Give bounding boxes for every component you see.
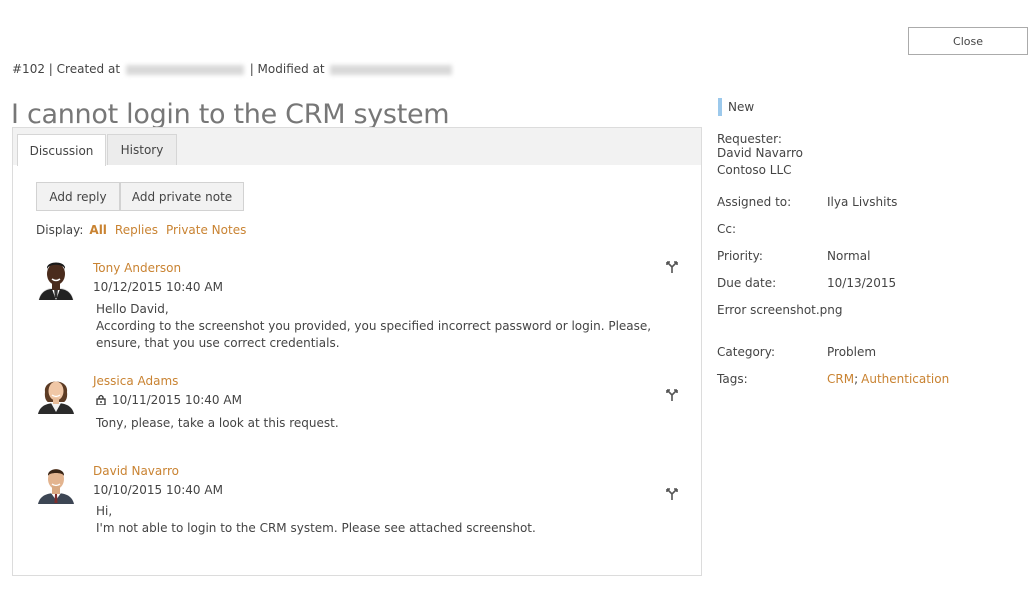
- split-icon[interactable]: [665, 487, 679, 501]
- message-date: 10/10/2015 10:40 AM: [93, 483, 223, 497]
- message-date-row: 10/11/2015 10:40 AM: [93, 393, 242, 407]
- filter-private-notes[interactable]: Private Notes: [166, 223, 246, 237]
- message-body: Hello David, According to the screenshot…: [96, 301, 676, 352]
- priority-label: Priority:: [717, 249, 763, 263]
- requester-name[interactable]: David Navarro: [717, 146, 803, 160]
- ticket-id: #102: [12, 62, 45, 76]
- add-private-note-button[interactable]: Add private note: [120, 182, 244, 211]
- category-value: Problem: [827, 345, 877, 359]
- tags-label: Tags:: [717, 372, 748, 386]
- tag-authentication[interactable]: Authentication: [861, 372, 949, 386]
- split-icon[interactable]: [665, 260, 679, 274]
- attachment-link[interactable]: Error screenshot.png: [717, 303, 843, 317]
- priority-value: Normal: [827, 249, 871, 263]
- avatar: [35, 372, 77, 414]
- message-line: Tony, please, take a look at this reques…: [96, 416, 339, 430]
- display-filter: Display: All Replies Private Notes: [36, 223, 246, 237]
- lock-icon: [96, 394, 106, 406]
- message-line: According to the screenshot you provided…: [96, 319, 652, 350]
- requester-label: Requester:: [717, 132, 782, 146]
- message-line: Hi,: [96, 504, 113, 518]
- tag-crm[interactable]: CRM: [827, 372, 854, 386]
- tags-list: CRM; Authentication: [827, 372, 949, 386]
- message-author[interactable]: Tony Anderson: [93, 261, 181, 275]
- add-reply-button[interactable]: Add reply: [36, 182, 120, 211]
- modified-label: | Modified at: [249, 62, 325, 76]
- category-label: Category:: [717, 345, 775, 359]
- due-date-label: Due date:: [717, 276, 777, 290]
- message-body: Tony, please, take a look at this reques…: [96, 415, 676, 432]
- message-author[interactable]: Jessica Adams: [93, 374, 178, 388]
- page-title: I cannot login to the CRM system: [11, 99, 450, 131]
- status-label: New: [728, 100, 755, 114]
- tab-discussion[interactable]: Discussion: [17, 134, 106, 166]
- assigned-label: Assigned to:: [717, 195, 792, 209]
- ticket-meta: #102 | Created at | Modified at: [12, 62, 454, 76]
- assigned-value: Ilya Livshits: [827, 195, 898, 209]
- created-label: | Created at: [48, 62, 121, 76]
- split-icon[interactable]: [665, 388, 679, 402]
- message-date: 10/12/2015 10:40 AM: [93, 280, 223, 294]
- modified-date-redacted: [330, 64, 453, 75]
- avatar: [35, 258, 77, 300]
- requester-company: Contoso LLC: [717, 163, 792, 177]
- message-body: Hi, I'm not able to login to the CRM sys…: [96, 503, 676, 537]
- filter-replies[interactable]: Replies: [115, 223, 158, 237]
- close-button[interactable]: Close: [908, 27, 1028, 55]
- discussion-panel: Discussion History Add reply Add private…: [12, 127, 702, 576]
- due-date-value: 10/13/2015: [827, 276, 897, 290]
- message-date: 10/11/2015 10:40 AM: [112, 393, 242, 407]
- created-date-redacted: [125, 64, 244, 75]
- filter-all[interactable]: All: [89, 223, 107, 237]
- message-author[interactable]: David Navarro: [93, 464, 179, 478]
- cc-label: Cc:: [717, 222, 737, 236]
- message-line: Hello David,: [96, 302, 169, 316]
- avatar: [35, 462, 77, 504]
- tab-history[interactable]: History: [107, 134, 177, 165]
- display-label: Display:: [36, 223, 84, 237]
- tag-separator: ;: [854, 372, 859, 386]
- tab-bar: Discussion History: [13, 128, 701, 166]
- status-indicator: [718, 98, 722, 116]
- message-line: I'm not able to login to the CRM system.…: [96, 521, 536, 535]
